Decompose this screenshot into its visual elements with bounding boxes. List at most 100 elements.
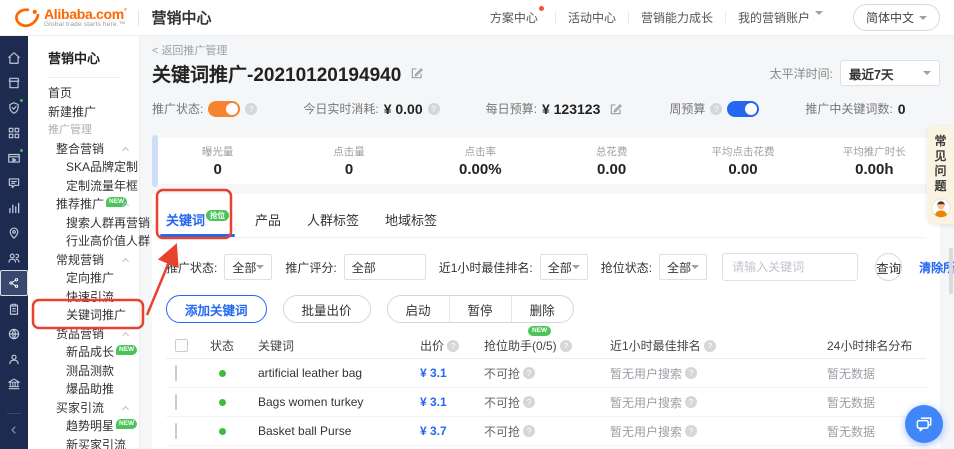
delete-button[interactable]: 删除 bbox=[511, 296, 573, 322]
add-keyword-button[interactable]: 添加关键词 bbox=[166, 295, 267, 323]
today-spend-value: ¥ 0.00 bbox=[384, 101, 423, 117]
help-icon[interactable] bbox=[685, 396, 697, 408]
nav-plan-center[interactable]: 方案中心 bbox=[490, 9, 543, 26]
bulk-bid-button[interactable]: 批量出价 bbox=[283, 295, 371, 323]
date-range-dropdown[interactable]: 最近7天 bbox=[840, 60, 940, 86]
notification-dot bbox=[539, 6, 544, 11]
alibaba-logo[interactable]: Alibaba.com° Global trade starts here.™ bbox=[14, 7, 126, 29]
sidebar-item-new-buyer-traffic[interactable]: 新买家引流 bbox=[28, 436, 139, 449]
header-divider bbox=[138, 10, 139, 26]
sidebar-item-product-testing[interactable]: 测品测款 bbox=[28, 362, 139, 381]
filter-best-rank-select[interactable]: 全部 bbox=[540, 254, 588, 280]
bank-icon[interactable] bbox=[0, 371, 28, 396]
keyword-panel-card: 关键词抢位 产品 人群标签 地域标签 推广状态: 全部 推广评分: 近1小时最佳… bbox=[152, 194, 940, 449]
help-icon[interactable] bbox=[704, 340, 716, 352]
stat-impressions: 曝光量0 bbox=[152, 144, 283, 178]
sidebar-group-buyer-traffic[interactable]: 买家引流 bbox=[28, 399, 139, 418]
app-title: 营销中心 bbox=[151, 7, 211, 28]
member-icon[interactable] bbox=[0, 346, 28, 371]
row-checkbox[interactable] bbox=[175, 423, 177, 439]
tab-keyword[interactable]: 关键词抢位 bbox=[166, 210, 229, 237]
sidebar-item-targeted-promotion[interactable]: 定向推广 bbox=[28, 269, 139, 288]
sidebar-item-home[interactable]: 首页 bbox=[28, 84, 139, 103]
pause-button[interactable]: 暂停 bbox=[449, 296, 511, 322]
help-icon[interactable] bbox=[685, 425, 697, 437]
weekly-budget-toggle[interactable] bbox=[727, 101, 759, 117]
weekly-budget-label: 周预算 bbox=[669, 100, 705, 117]
shield-check-icon[interactable] bbox=[0, 95, 28, 120]
sidebar-group-integrated-marketing[interactable]: 整合营销 bbox=[28, 140, 139, 159]
table-row: artificial leather bag ¥ 3.1 不可抢 暂无用户搜索 … bbox=[166, 359, 926, 388]
breadcrumb[interactable]: <返回推广管理 bbox=[152, 42, 227, 58]
sidebar-item-ska-brand[interactable]: SKA品牌定制 bbox=[28, 158, 139, 177]
active-status-dot bbox=[219, 370, 226, 377]
collapse-sidebar-icon[interactable] bbox=[8, 424, 20, 439]
storefront-icon[interactable] bbox=[0, 70, 28, 95]
sidebar-item-new-product-growth[interactable]: 新品成长NEW bbox=[28, 343, 139, 362]
help-icon[interactable] bbox=[523, 367, 535, 379]
help-icon[interactable] bbox=[710, 103, 722, 115]
distribution-cell: 暂无数据 bbox=[827, 365, 875, 382]
help-icon[interactable] bbox=[447, 340, 459, 352]
promo-status-label: 推广状态: bbox=[152, 100, 203, 117]
help-icon[interactable] bbox=[560, 340, 572, 352]
sidebar-group-product-marketing[interactable]: 货品营销 bbox=[28, 325, 139, 344]
tab-region[interactable]: 地域标签 bbox=[385, 210, 437, 237]
sidebar-item-custom-traffic[interactable]: 定制流量年框 bbox=[28, 177, 139, 196]
nav-marketing-growth[interactable]: 营销能力成长 bbox=[641, 9, 713, 26]
best-rank-cell: 暂无用户搜索 bbox=[610, 365, 682, 382]
scrollbar-thumb[interactable] bbox=[949, 248, 953, 294]
tab-audience[interactable]: 人群标签 bbox=[307, 210, 359, 237]
bar-chart-icon[interactable] bbox=[0, 195, 28, 220]
nav-my-account[interactable]: 我的营销账户 bbox=[738, 9, 823, 26]
language-selector[interactable]: 简体中文 bbox=[853, 4, 940, 31]
edit-title-icon[interactable] bbox=[410, 66, 424, 80]
keyword-search-input[interactable] bbox=[722, 253, 858, 281]
edit-budget-icon[interactable] bbox=[609, 102, 623, 116]
stats-summary-card: 曝光量0 点击量0 点击率0.00% 总花费0.00 平均点击花费0.00 平均… bbox=[152, 138, 940, 184]
campaign-icon[interactable] bbox=[0, 270, 28, 296]
promo-status-toggle[interactable] bbox=[208, 101, 240, 117]
help-icon[interactable] bbox=[523, 396, 535, 408]
live-chat-button[interactable] bbox=[905, 405, 943, 443]
help-icon[interactable] bbox=[428, 103, 440, 115]
sidebar-item-keyword-promotion[interactable]: 关键词推广 bbox=[28, 306, 139, 325]
sidebar-group-regular-marketing[interactable]: 常规营销 bbox=[28, 251, 139, 270]
bid-cell[interactable]: ¥ 3.1 bbox=[420, 395, 447, 409]
bid-cell[interactable]: ¥ 3.1 bbox=[420, 366, 447, 380]
filter-grab-status-select[interactable]: 全部 bbox=[659, 254, 707, 280]
row-checkbox[interactable] bbox=[175, 365, 177, 381]
filter-promo-status-select[interactable]: 全部 bbox=[224, 254, 272, 280]
sidebar-group-recommend-promotion[interactable]: 推荐推广NEW bbox=[28, 195, 139, 214]
sidebar-item-trend-star[interactable]: 趋势明星NEW bbox=[28, 417, 139, 436]
select-all-checkbox[interactable] bbox=[175, 339, 188, 352]
bid-cell[interactable]: ¥ 3.7 bbox=[420, 424, 447, 438]
sidebar-item-search-retargeting[interactable]: 搜索人群再营销 bbox=[28, 214, 139, 233]
sidebar-item-high-value-audience[interactable]: 行业高价值人群 bbox=[28, 232, 139, 251]
nav-separator bbox=[555, 12, 556, 23]
nav-activity-center[interactable]: 活动中心 bbox=[568, 9, 616, 26]
faq-side-tab[interactable]: 常见问题 bbox=[927, 126, 954, 224]
sidebar-title: 营销中心 bbox=[48, 50, 139, 68]
grab-cell: 不可抢 bbox=[484, 365, 520, 382]
help-icon[interactable] bbox=[685, 367, 697, 379]
row-checkbox[interactable] bbox=[175, 394, 177, 410]
apps-grid-icon[interactable] bbox=[0, 120, 28, 145]
sidebar-item-quick-traffic[interactable]: 快速引流 bbox=[28, 288, 139, 307]
location-pin-icon[interactable] bbox=[0, 220, 28, 245]
help-icon[interactable] bbox=[523, 425, 535, 437]
globe-icon[interactable] bbox=[0, 321, 28, 346]
tab-product[interactable]: 产品 bbox=[255, 210, 281, 237]
search-button[interactable]: 查询 bbox=[875, 253, 902, 281]
users-icon[interactable] bbox=[0, 245, 28, 270]
start-button[interactable]: 启动 bbox=[388, 296, 449, 322]
comment-icon[interactable] bbox=[0, 170, 28, 195]
home-icon[interactable] bbox=[0, 45, 28, 70]
video-icon[interactable] bbox=[0, 145, 28, 170]
help-icon[interactable] bbox=[245, 103, 257, 115]
filter-promo-score-input[interactable] bbox=[344, 254, 426, 280]
clipboard-icon[interactable] bbox=[0, 296, 28, 321]
best-rank-cell: 暂无用户搜索 bbox=[610, 423, 682, 440]
sidebar-item-hot-product-boost[interactable]: 爆品助推 bbox=[28, 380, 139, 399]
sidebar-item-new-promotion[interactable]: 新建推广 bbox=[28, 103, 139, 122]
